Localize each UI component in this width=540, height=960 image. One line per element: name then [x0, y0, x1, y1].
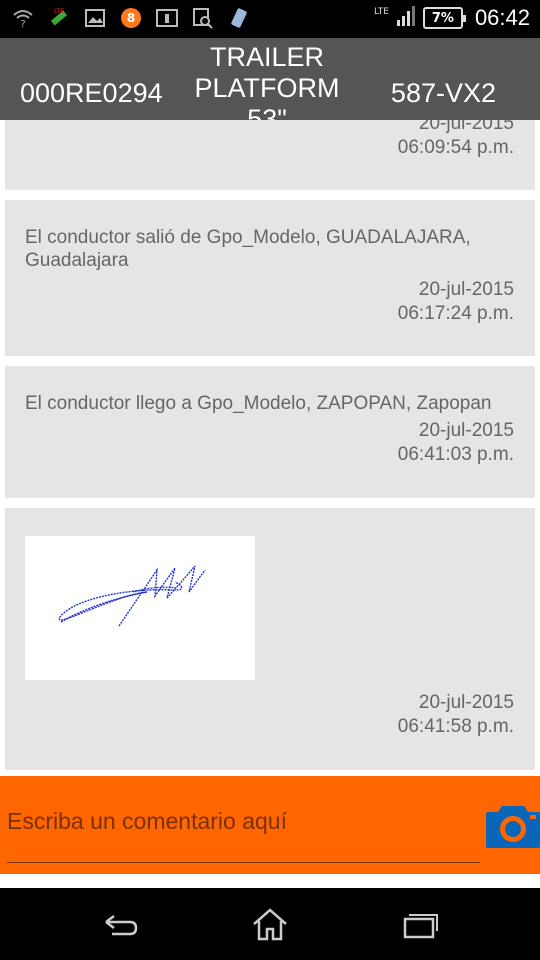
shipment-id: 000RE0294: [20, 78, 163, 108]
event-date: 20-jul-2015: [418, 279, 514, 300]
comment-input[interactable]: [7, 804, 480, 838]
event-time: 06:17:24 p.m.: [397, 303, 514, 324]
list-item: 20-jul-2015 06:41:58 p.m.: [5, 508, 535, 770]
search-doc-icon: [192, 7, 214, 29]
list-item: El conductor llego a Gpo_Modelo, ZAPOPAN…: [5, 366, 535, 498]
event-time: 06:09:54 p.m.: [397, 137, 514, 158]
svg-text:8: 8: [127, 11, 135, 25]
event-time: 06:41:03 p.m.: [397, 444, 514, 465]
home-icon: [253, 908, 287, 941]
status-bar: ? LTE 8 LTE 7% 06:42: [0, 0, 540, 38]
back-button[interactable]: [100, 906, 140, 942]
recents-icon: [403, 914, 438, 939]
list-item: 20-jul-2015 06:09:54 p.m.: [5, 120, 535, 190]
camera-icon: [486, 806, 540, 848]
network-label: LTE: [373, 7, 389, 17]
svg-text:?: ?: [20, 19, 25, 29]
event-message: El conductor llego a Gpo_Modelo, ZAPOPAN…: [25, 393, 492, 414]
status-clock: 06:42: [474, 5, 530, 30]
app-header: 000RE0294 TRAILER PLATFORM 53" 587-VX2: [0, 38, 540, 120]
event-date: 20-jul-2015: [418, 120, 514, 134]
edit-icon: [228, 7, 250, 29]
camera-button[interactable]: [486, 800, 540, 848]
battery-indicator: 7%: [422, 7, 466, 29]
signal-icon: [396, 6, 415, 30]
notification-app-icon: 8: [120, 7, 142, 29]
trailer-type: TRAILER PLATFORM 53": [194, 42, 340, 120]
list-item: El conductor salió de Gpo_Modelo, GUADAL…: [5, 200, 535, 356]
event-message: El conductor salió de Gpo_Modelo, GUADAL…: [25, 227, 471, 271]
wifi-question-icon: ?: [12, 7, 34, 29]
notification-icons: ? LTE 8: [12, 7, 250, 29]
back-icon: [105, 915, 138, 936]
comment-underline: [7, 862, 480, 863]
home-button[interactable]: [250, 906, 290, 942]
event-date: 20-jul-2015: [418, 692, 514, 713]
event-date: 20-jul-2015: [418, 420, 514, 441]
satellite-icon: LTE: [48, 7, 70, 29]
info-icon: [156, 7, 178, 29]
event-feed[interactable]: 20-jul-2015 06:09:54 p.m. El conductor s…: [0, 120, 540, 776]
event-time: 06:41:58 p.m.: [397, 716, 514, 737]
system-nav-bar: [0, 888, 540, 960]
plate-number: 587-VX2: [390, 78, 496, 108]
signature-image[interactable]: [25, 536, 255, 680]
comment-bar: [0, 776, 540, 874]
image-icon: [84, 7, 106, 29]
svg-text:LTE: LTE: [54, 8, 64, 15]
recents-button[interactable]: [400, 906, 440, 942]
